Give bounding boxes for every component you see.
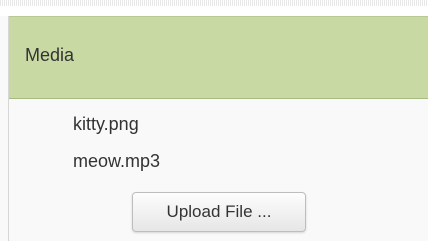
media-panel-title: Media: [25, 45, 75, 65]
media-panel-header: Media: [9, 16, 428, 99]
upload-file-button[interactable]: Upload File ...: [132, 192, 306, 232]
media-asset-item[interactable]: meow.mp3: [73, 150, 160, 172]
app-frame: Media kitty.png meow.mp3 Upload File ...: [0, 0, 428, 241]
media-panel: Media kitty.png meow.mp3 Upload File ...: [8, 16, 428, 241]
top-divider-strip: [0, 0, 428, 16]
top-edge-texture: [0, 0, 428, 6]
media-asset-item[interactable]: kitty.png: [73, 113, 139, 135]
